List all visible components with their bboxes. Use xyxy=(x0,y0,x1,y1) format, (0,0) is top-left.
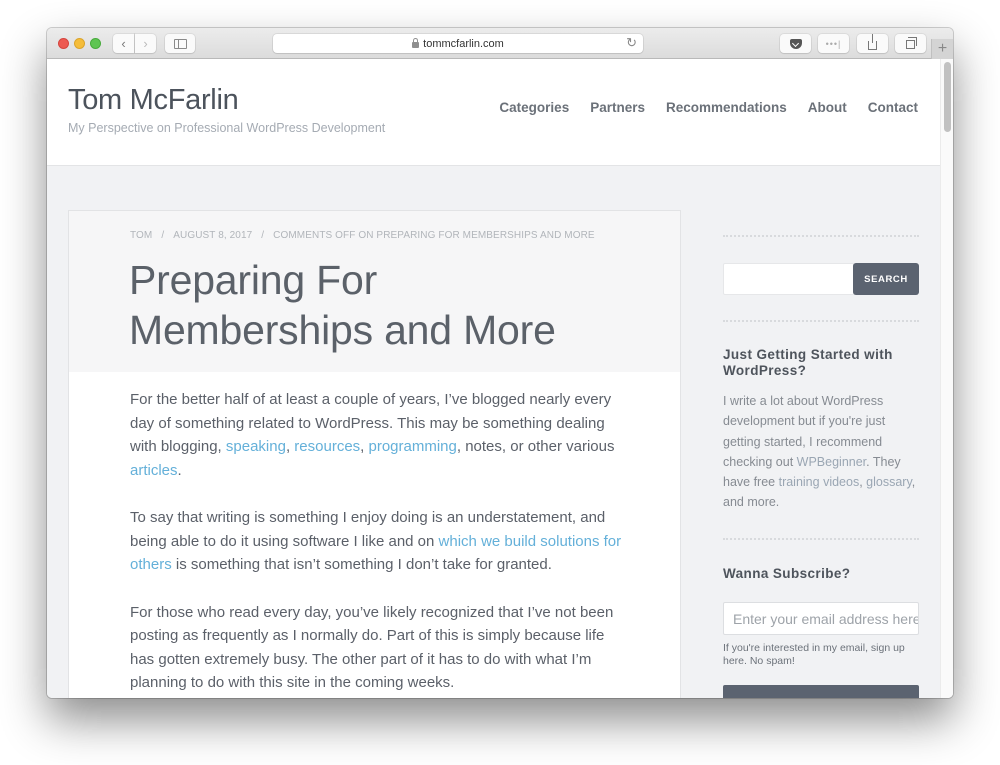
divider xyxy=(723,320,919,322)
post-body: For the better half of at least a couple… xyxy=(130,388,630,698)
page-viewport: Tom McFarlin My Perspective on Professio… xyxy=(47,59,953,698)
show-sidebar-button[interactable] xyxy=(165,34,195,53)
subscribe-hint: If you're interested in my email, sign u… xyxy=(723,642,905,667)
divider xyxy=(723,538,919,540)
getting-started-text: I write a lot about WordPress developmen… xyxy=(723,391,919,513)
nav-partners[interactable]: Partners xyxy=(590,100,645,115)
scrollbar-thumb[interactable] xyxy=(944,62,951,132)
url-text: tommcfarlin.com xyxy=(423,37,504,50)
more-icon: •••| xyxy=(825,38,842,49)
pocket-icon xyxy=(789,38,802,49)
search-input[interactable] xyxy=(723,263,854,295)
search-button[interactable]: SEARCH xyxy=(853,263,919,295)
meta-separator: / xyxy=(261,230,265,241)
site-title[interactable]: Tom McFarlin xyxy=(68,84,239,117)
address-bar[interactable]: tommcfarlin.com ↻ xyxy=(273,34,643,53)
paragraph-text: , xyxy=(360,438,369,455)
paragraph-text: is something that isn’t something I don’… xyxy=(171,556,552,573)
post-paragraph: To say that writing is something I enjoy… xyxy=(130,506,630,577)
email-field[interactable]: Enter your email address here xyxy=(723,602,919,635)
post-paragraph: For those who read every day, you’ve lik… xyxy=(130,603,614,692)
main-nav: Categories Partners Recommendations Abou… xyxy=(478,100,918,115)
link-programming[interactable]: programming xyxy=(369,438,457,455)
subscribe-title: Wanna Subscribe? xyxy=(723,566,851,581)
browser-toolbar: ‹ › tommcfarlin.com ↻ •••| + xyxy=(47,28,953,59)
nav-categories[interactable]: Categories xyxy=(499,100,569,115)
vertical-scrollbar[interactable] xyxy=(940,59,953,698)
post-date[interactable]: AUGUST 8, 2017 xyxy=(173,230,252,241)
post-title-line-2: Memberships and More xyxy=(129,307,556,353)
post-paragraph: For the better half of at least a couple… xyxy=(130,388,630,482)
nav-recommendations[interactable]: Recommendations xyxy=(666,100,787,115)
meta-separator: / xyxy=(161,230,165,241)
paragraph-text: , notes, or other various xyxy=(456,438,615,455)
post-author[interactable]: TOM xyxy=(130,230,152,241)
post-title: Preparing For Memberships and More xyxy=(129,255,629,355)
link-training-videos[interactable]: training videos xyxy=(779,475,860,489)
post-comments: COMMENTS OFF ON PREPARING FOR MEMBERSHIP… xyxy=(273,230,595,241)
site-header: Tom McFarlin My Perspective on Professio… xyxy=(47,59,940,166)
sidebar-icon xyxy=(173,38,187,49)
share-button[interactable] xyxy=(857,34,888,53)
forward-button[interactable]: › xyxy=(135,34,156,53)
chevron-left-icon: ‹ xyxy=(121,36,126,51)
close-window-button[interactable] xyxy=(58,38,69,49)
divider xyxy=(723,235,919,237)
getting-started-title: Just Getting Started with WordPress? xyxy=(723,347,893,378)
new-tab-button[interactable]: + xyxy=(931,39,953,59)
zoom-window-button[interactable] xyxy=(90,38,101,49)
post-article: TOM / AUGUST 8, 2017 / COMMENTS OFF ON PREPA… xyxy=(68,210,681,698)
reload-icon[interactable]: ↻ xyxy=(626,35,637,51)
back-button[interactable]: ‹ xyxy=(113,34,134,53)
plus-icon: + xyxy=(937,40,948,57)
extensions-button[interactable]: •••| xyxy=(818,34,849,53)
post-title-line-1: Preparing For xyxy=(129,257,378,303)
post-meta: TOM / AUGUST 8, 2017 / COMMENTS OFF ON PREPA… xyxy=(130,230,595,241)
lock-icon xyxy=(412,37,420,48)
link-articles[interactable]: articles xyxy=(130,462,178,479)
tabs-icon xyxy=(906,37,917,49)
link-resources[interactable]: resources xyxy=(294,438,360,455)
subscribe-button[interactable] xyxy=(723,685,919,698)
site-tagline: My Perspective on Professional WordPress… xyxy=(68,121,386,135)
browser-window: ‹ › tommcfarlin.com ↻ •••| + Tom McFarli… xyxy=(47,28,953,698)
minimize-window-button[interactable] xyxy=(74,38,85,49)
link-speaking[interactable]: speaking xyxy=(226,438,286,455)
post-header: TOM / AUGUST 8, 2017 / COMMENTS OFF ON PREPA… xyxy=(69,211,680,372)
show-tabs-button[interactable] xyxy=(895,34,926,53)
pocket-button[interactable] xyxy=(780,34,811,53)
nav-contact[interactable]: Contact xyxy=(868,100,918,115)
nav-about[interactable]: About xyxy=(808,100,847,115)
link-wpbeginner[interactable]: WPBeginner xyxy=(797,455,866,469)
paragraph-text: . xyxy=(177,461,182,479)
link-glossary[interactable]: glossary xyxy=(866,475,912,489)
chevron-right-icon: › xyxy=(143,36,148,51)
share-icon xyxy=(868,34,877,50)
